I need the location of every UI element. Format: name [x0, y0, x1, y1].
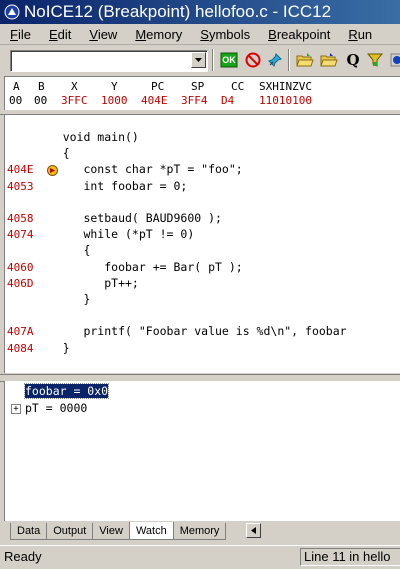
register-value[interactable]: 00: [9, 94, 22, 107]
register-header: A: [13, 80, 20, 93]
window-title: NoICE12 (Breakpoint) hellofoo.c - ICC12: [24, 2, 332, 21]
tab-output[interactable]: Output: [46, 523, 94, 540]
query-label: Q: [346, 51, 360, 69]
menu-symbols[interactable]: Symbols: [190, 27, 258, 42]
help-icon[interactable]: [386, 49, 400, 71]
source-line[interactable]: setbaud( BAUD9600 );: [35, 211, 221, 225]
source-line[interactable]: int foobar = 0;: [35, 179, 187, 193]
register-value[interactable]: 11010100: [259, 94, 312, 107]
tab-view[interactable]: View: [92, 523, 130, 540]
menu-bar: File Edit View Memory Symbols Breakpoint Run: [0, 24, 400, 45]
source-address[interactable]: 4074: [7, 228, 34, 241]
source-line[interactable]: printf( "Foobar value is %d\n", foobar: [35, 324, 346, 338]
register-panel: A 00 B 00 X 3FFC Y 1000 PC 404E SP 3FF4 CC D4 SXHINZVC…: [4, 76, 400, 111]
expand-icon[interactable]: +: [11, 404, 21, 414]
source-pane[interactable]: void main() {404E const char *pT = "foo"…: [4, 115, 400, 373]
register-header: X: [71, 80, 78, 93]
register-value[interactable]: D4: [221, 94, 234, 107]
open-folder-icon[interactable]: [294, 49, 316, 71]
source-line[interactable]: foobar += Bar( pT );: [35, 260, 242, 274]
toolbar-separator: [212, 49, 214, 71]
source-address[interactable]: 406D: [7, 277, 34, 290]
watch-item[interactable]: pT = 0000: [25, 401, 87, 415]
source-line[interactable]: {: [35, 243, 90, 257]
filter-icon[interactable]: [364, 49, 386, 71]
source-address[interactable]: 4084: [7, 342, 34, 355]
ok-label: OK: [222, 55, 236, 65]
status-position: Line 11 in hello: [300, 548, 400, 566]
menu-file[interactable]: File: [0, 27, 39, 42]
register-header: SXHINZVC: [259, 80, 312, 93]
source-address[interactable]: 407A: [7, 325, 34, 338]
menu-memory[interactable]: Memory: [125, 27, 190, 42]
scroll-left-icon[interactable]: [246, 523, 261, 538]
tab-watch[interactable]: Watch: [128, 522, 174, 540]
title-bar: NoICE12 (Breakpoint) hellofoo.c - ICC12: [0, 0, 400, 24]
register-header: CC: [231, 80, 245, 93]
pin-icon[interactable]: [264, 49, 286, 71]
query-icon[interactable]: Q: [342, 49, 364, 71]
app-icon: [4, 4, 20, 20]
source-address[interactable]: 4053: [7, 180, 34, 193]
status-bar: Ready Line 11 in hello: [0, 545, 400, 569]
source-line[interactable]: }: [35, 292, 90, 306]
source-line[interactable]: const char *pT = "foo";: [35, 162, 242, 176]
menu-run[interactable]: Run: [338, 27, 380, 42]
bottom-tabs: Data Output View Watch Memory: [4, 522, 400, 540]
toolbar-separator: [288, 49, 290, 71]
status-text: Ready: [4, 549, 42, 564]
source-address[interactable]: 404E: [7, 163, 34, 176]
register-value[interactable]: 3FF4: [181, 94, 208, 107]
register-value[interactable]: 404E: [141, 94, 168, 107]
register-header: SP: [191, 80, 205, 93]
source-line[interactable]: pT++;: [35, 276, 139, 290]
register-header: PC: [151, 80, 165, 93]
menu-view[interactable]: View: [79, 27, 125, 42]
watch-item[interactable]: foobar = 0x0: [23, 383, 110, 399]
register-header: B: [38, 80, 45, 93]
chevron-down-icon[interactable]: [191, 52, 206, 68]
open-folder-icon[interactable]: [318, 49, 340, 71]
menu-edit[interactable]: Edit: [39, 27, 79, 42]
command-combo[interactable]: [10, 50, 208, 72]
source-line[interactable]: }: [35, 341, 70, 355]
ok-icon[interactable]: OK: [218, 49, 240, 71]
menu-breakpoint[interactable]: Breakpoint: [258, 27, 338, 42]
no-entry-icon[interactable]: [242, 49, 264, 71]
register-header: Y: [111, 80, 118, 93]
register-value[interactable]: 3FFC: [61, 94, 88, 107]
tab-data[interactable]: Data: [10, 523, 48, 540]
register-value[interactable]: 1000: [101, 94, 128, 107]
source-address[interactable]: 4060: [7, 261, 34, 274]
source-address[interactable]: 4058: [7, 212, 34, 225]
watch-pane[interactable]: foobar = 0x0 + pT = 0000: [4, 381, 400, 521]
source-line[interactable]: void main(): [35, 130, 139, 144]
tab-memory[interactable]: Memory: [172, 523, 227, 540]
register-value[interactable]: 00: [34, 94, 47, 107]
source-line[interactable]: while (*pT != 0): [35, 227, 194, 241]
toolbar: OK Q: [0, 46, 400, 74]
source-line[interactable]: {: [35, 146, 70, 160]
